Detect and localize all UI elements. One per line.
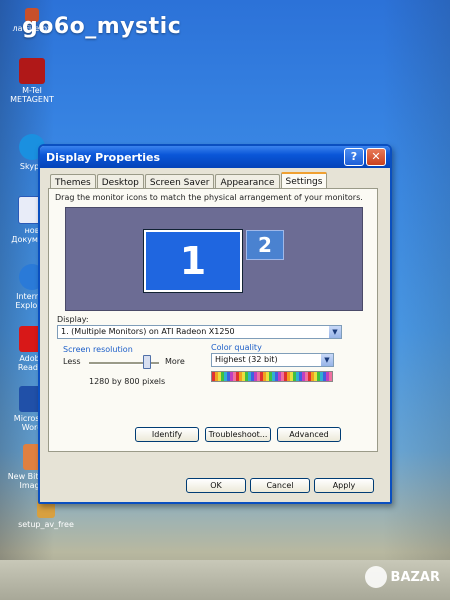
help-button[interactable]: ? <box>344 148 364 166</box>
desktop-icon-label: setup_av_free <box>18 520 74 529</box>
color-quality-value: Highest (32 bit) <box>215 355 278 364</box>
watermark-username: go6o_mystic <box>22 14 182 39</box>
troubleshoot-button[interactable]: Troubleshoot... <box>205 427 271 442</box>
bazar-watermark: BAZAR <box>364 566 440 588</box>
color-quality-label: Color quality <box>211 343 262 352</box>
desktop-icon-label: M-Tel METAGENT <box>10 86 54 104</box>
display-properties-dialog: Display Properties ? ✕ Themes Desktop Sc… <box>38 144 392 504</box>
instruction-text: Drag the monitor icons to match the phys… <box>55 193 363 202</box>
display-label: Display: <box>57 315 89 324</box>
settings-panel: Drag the monitor icons to match the phys… <box>48 188 378 452</box>
cancel-button[interactable]: Cancel <box>250 478 310 493</box>
apply-button[interactable]: Apply <box>314 478 374 493</box>
bazar-watermark-text: BAZAR <box>390 569 440 585</box>
resolution-slider-thumb[interactable] <box>143 355 151 369</box>
identify-button[interactable]: Identify <box>135 427 199 442</box>
resolution-less-label: Less <box>63 357 81 366</box>
title-bar[interactable]: Display Properties ? ✕ <box>40 146 390 168</box>
monitor-arrangement-area: 1 2 <box>65 207 363 311</box>
chevron-down-icon: ▼ <box>329 326 341 338</box>
resolution-value: 1280 by 800 pixels <box>89 377 166 386</box>
resolution-more-label: More <box>165 357 185 366</box>
monitor-2[interactable]: 2 <box>246 230 284 260</box>
display-select[interactable]: 1. (Multiple Monitors) on ATI Radeon X12… <box>57 325 342 339</box>
monitor-1[interactable]: 1 <box>144 230 242 292</box>
color-quality-swatch-bar <box>211 371 333 382</box>
close-button[interactable]: ✕ <box>366 148 386 166</box>
desktop-icon-mtel[interactable]: M-Tel METAGENT <box>4 58 60 104</box>
ok-button[interactable]: OK <box>186 478 246 493</box>
screen-resolution-label: Screen resolution <box>63 345 133 354</box>
color-quality-select[interactable]: Highest (32 bit) ▼ <box>211 353 334 367</box>
mtel-icon <box>19 58 45 84</box>
display-select-value: 1. (Multiple Monitors) on ATI Radeon X12… <box>61 327 235 336</box>
bazar-logo-icon <box>364 566 387 588</box>
desktop-icon-setup[interactable]: setup_av_free <box>18 500 74 529</box>
advanced-button[interactable]: Advanced <box>277 427 341 442</box>
window-title: Display Properties <box>46 150 161 164</box>
chevron-down-icon: ▼ <box>321 354 333 366</box>
